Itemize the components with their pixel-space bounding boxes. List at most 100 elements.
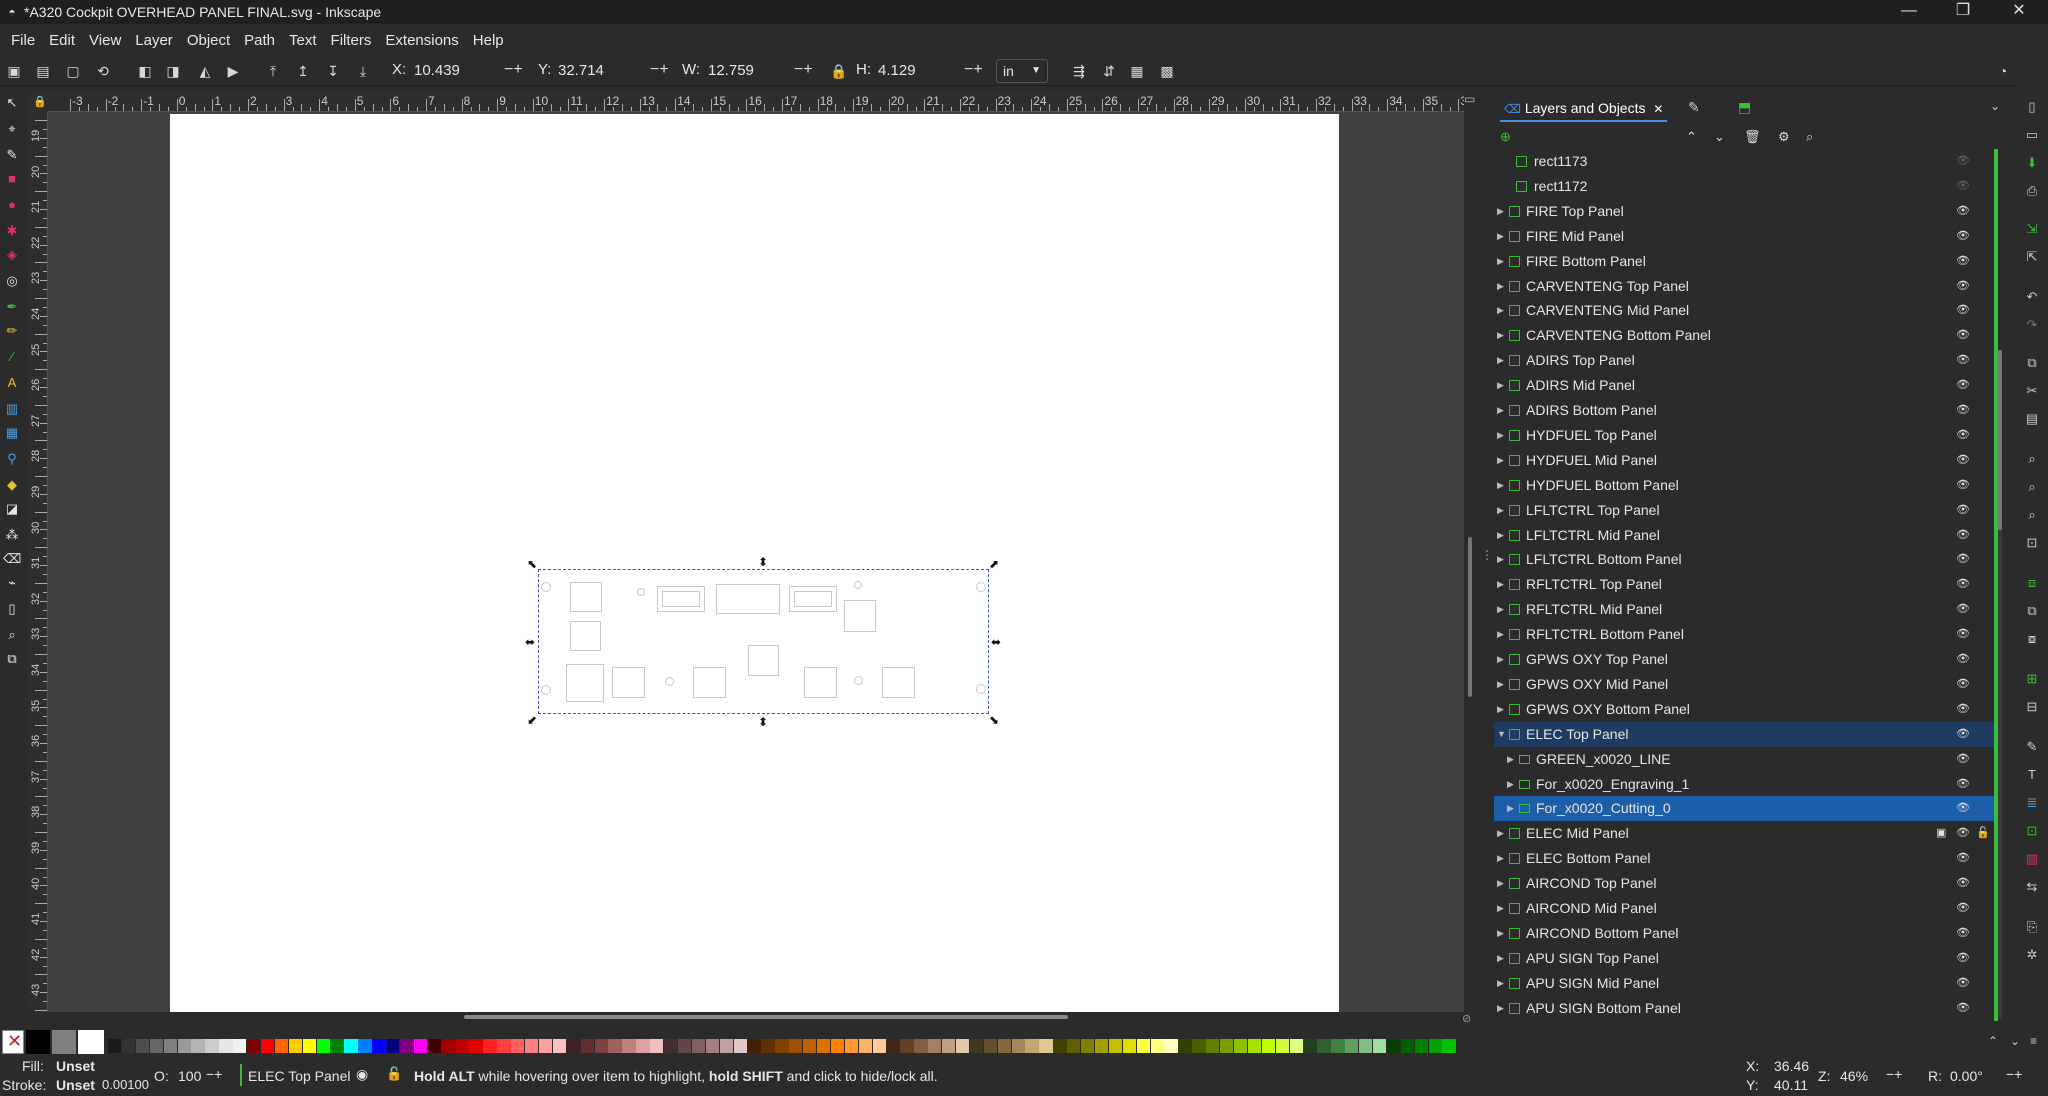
layer-row[interactable]: ▶ ADIRS Bottom Panel 👁 [1494,398,1994,423]
selector-tool-icon[interactable]: ↖ [3,94,21,112]
node-tool-icon[interactable]: ⌖ [3,120,21,138]
layer-row[interactable]: ▶ GPWS OXY Top Panel 👁 [1494,647,1994,672]
palette-swatch[interactable] [677,1039,692,1053]
x-input[interactable]: 10.439 [410,59,502,83]
expand-arrow-icon[interactable]: ▶ [1497,523,1504,548]
layer-row[interactable]: ▶ LFLTCTRL Top Panel 👁 [1494,498,1994,523]
palette-swatch[interactable] [761,1039,775,1053]
palette-swatch[interactable] [1345,1039,1359,1053]
w-decrement-button[interactable]: −+ [794,61,813,79]
page[interactable] [170,114,1339,1012]
visibility-eye-icon[interactable]: 👁 [1956,249,1970,274]
stroke-value[interactable]: Unset [56,1077,95,1093]
palette-swatch[interactable] [1108,1039,1123,1053]
expand-arrow-icon[interactable]: ▶ [1497,224,1504,249]
palette-swatch[interactable] [247,1039,261,1053]
layer-row[interactable]: ▶ AIRCOND Top Panel 👁 [1494,871,1994,896]
palette-swatch[interactable] [1220,1039,1234,1053]
palette-swatch[interactable] [441,1039,455,1053]
visibility-eye-icon[interactable]: 👁 [1956,747,1970,772]
dock-separator[interactable]: ⋮ [1476,88,1493,1028]
swatch-gray[interactable] [52,1030,76,1054]
objects-tab-icon[interactable]: ⬒ [1738,99,1751,116]
expand-arrow-icon[interactable]: ▶ [1497,473,1504,498]
palette-swatch[interactable] [525,1039,539,1053]
scale-handle-w[interactable]: ⬌ [524,636,536,648]
palette-swatch[interactable] [413,1039,428,1053]
palette-swatch[interactable] [969,1039,984,1053]
expand-arrow-icon[interactable]: ▶ [1497,846,1504,871]
palette-swatch[interactable] [1122,1039,1137,1053]
palette-swatch[interactable] [900,1039,914,1053]
expand-arrow-icon[interactable]: ▶ [1497,298,1504,323]
visibility-eye-icon[interactable]: 👁 [1956,597,1970,622]
palette-swatch[interactable] [469,1039,483,1053]
visibility-eye-icon[interactable]: 👁 [1956,523,1970,548]
palette-swatch[interactable] [1317,1039,1331,1053]
scale-handle-ne[interactable]: ⬈ [988,558,1000,570]
visibility-eye-icon[interactable]: 👁 [1956,697,1970,722]
palette-swatch[interactable] [816,1039,831,1053]
pen-tool-icon[interactable]: ✒ [3,298,21,316]
palette-scroll-down-icon[interactable]: ⌄ [2010,1034,2020,1048]
xml-editor-icon[interactable]: ⊡ [2023,822,2041,840]
palette-swatch[interactable] [288,1039,303,1053]
palette-swatch[interactable] [803,1039,817,1053]
h-decrement-button[interactable]: −+ [964,61,983,79]
fill-value[interactable]: Unset [56,1058,95,1074]
palette-swatch[interactable] [858,1039,872,1053]
zoom-selection-icon[interactable]: ⌕ [2023,450,2041,468]
menu-view[interactable]: View [82,32,128,49]
export-icon[interactable]: ⇱ [2023,248,2041,266]
layer-row[interactable]: ▶ HYDFUEL Bottom Panel 👁 [1494,473,1994,498]
palette-swatch[interactable] [302,1039,316,1053]
scale-stroke-icon[interactable]: ⇶ [1070,62,1088,80]
palette-swatch[interactable] [372,1039,386,1053]
scale-handle-sw[interactable]: ⬋ [526,714,538,726]
palette-menu-icon[interactable]: ≡ [2030,1034,2037,1048]
scale-handle-se[interactable]: ⬊ [988,714,1000,726]
settings-icon[interactable]: ⚙ [1778,129,1790,145]
layer-row[interactable]: ▶ HYDFUEL Top Panel 👁 [1494,423,1994,448]
expand-arrow-icon[interactable]: ▶ [1497,348,1504,373]
palette-swatch[interactable] [1192,1039,1206,1053]
visibility-eye-icon[interactable]: 👁 [1956,298,1970,323]
palette-swatch[interactable] [538,1039,553,1053]
layer-row[interactable]: ▶ APU SIGN Bottom Panel 👁 [1494,996,1994,1021]
visibility-eye-icon[interactable]: 👁 [1956,921,1970,946]
layer-row[interactable]: ▶ CARVENTENG Bottom Panel 👁 [1494,323,1994,348]
layer-row[interactable]: ▶ AIRCOND Bottom Panel 👁 [1494,921,1994,946]
xml-editor-tab-icon[interactable]: ✎ [1688,99,1700,116]
horizontal-ruler[interactable]: -3 -2 -1 0 1 2 3 4 5 6 7 8 9 10 11 12 13 14 15 16 17 18 19 20 21… [48,92,1464,112]
palette-swatch[interactable] [358,1039,372,1053]
palette-swatch[interactable] [108,1039,122,1053]
tweak-tool-icon[interactable]: ✎ [3,146,21,164]
expand-arrow-icon[interactable]: ▶ [1497,423,1504,448]
layer-visibility-icon[interactable]: ◉ [356,1066,368,1083]
visibility-eye-icon[interactable]: 👁 [1956,149,1970,174]
expand-arrow-icon[interactable]: ▶ [1497,448,1504,473]
expand-arrow-icon[interactable]: ▶ [1497,323,1504,348]
ungroup-icon[interactable]: ⊟ [2023,698,2041,716]
palette-swatch[interactable] [914,1039,928,1053]
pages-tool-icon[interactable]: ▯ [3,600,21,618]
h-input[interactable]: 4.129 [874,59,960,83]
layer-row[interactable]: ▶ AIRCOND Mid Panel 👁 [1494,896,1994,921]
save-icon[interactable]: ⬇ [2023,154,2041,172]
expand-arrow-icon[interactable]: ▶ [1497,946,1504,971]
palette-swatch[interactable] [1136,1039,1150,1053]
palette-swatch[interactable] [330,1039,344,1053]
no-paint-swatch[interactable]: ✕ [2,1030,24,1054]
layer-row[interactable]: ▶ ELEC Bottom Panel 👁 [1494,846,1994,871]
expand-arrow-icon[interactable]: ▶ [1497,199,1504,224]
visibility-eye-icon[interactable]: 👁 [1956,896,1970,921]
close-tab-icon[interactable]: ✕ [1653,102,1663,116]
palette-swatch[interactable] [664,1039,678,1053]
preferences-icon[interactable]: ✲ [2023,946,2041,964]
palette-swatch[interactable] [886,1039,900,1053]
layer-row[interactable]: ▶ CARVENTENG Mid Panel 👁 [1494,298,1994,323]
lower-icon[interactable]: ↧ [324,62,342,80]
layer-row[interactable]: ▶ ADIRS Mid Panel 👁 [1494,373,1994,398]
redo-icon[interactable]: ↷ [2023,316,2041,334]
maximize-button[interactable]: ❐ [1934,0,1992,24]
